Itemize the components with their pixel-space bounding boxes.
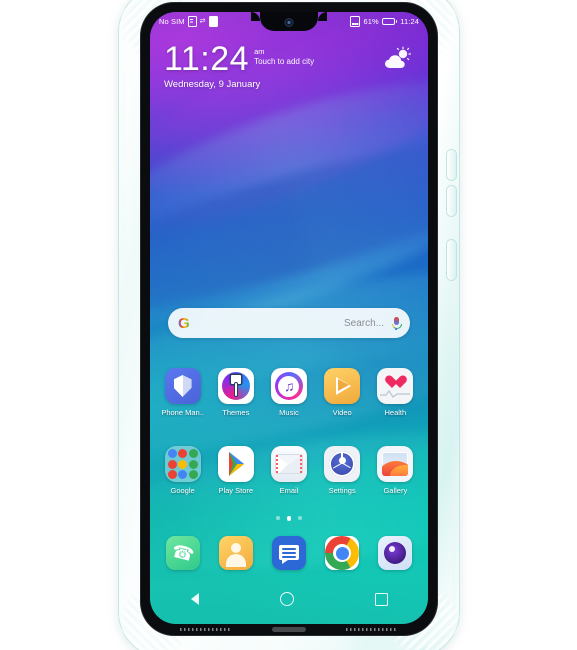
volume-down-button[interactable] <box>447 186 456 216</box>
app-label: Music <box>279 408 299 417</box>
phone-handset-icon: ☎ <box>165 536 200 570</box>
add-city-hint[interactable]: Touch to add city <box>254 56 314 67</box>
power-button[interactable] <box>447 240 456 280</box>
network-icon <box>350 16 361 27</box>
app-grid-row-2: Google Play Store Email Settings Gallery <box>156 446 422 495</box>
back-triangle-icon[interactable] <box>190 593 199 605</box>
page-dot[interactable] <box>276 516 280 520</box>
dock-icon-camera[interactable] <box>369 536 421 570</box>
settings-gear-icon <box>324 446 361 482</box>
app-label: Email <box>279 486 299 495</box>
dock-icon-phone[interactable]: ☎ <box>157 536 209 570</box>
clock-weather-widget[interactable]: 11:24 am Touch to add city Wednesday, 9 … <box>164 42 414 90</box>
app-label: Gallery <box>383 486 408 495</box>
status-bar-clock: 11:24 <box>400 17 419 26</box>
paint-brush-icon <box>217 368 254 404</box>
folder-icon <box>164 446 201 482</box>
dock-icon-contacts[interactable] <box>210 536 262 570</box>
signal-bars-icon <box>208 16 218 27</box>
play-triangle-icon <box>324 368 361 404</box>
app-label: Play Store <box>218 486 254 495</box>
app-icon-play-store[interactable]: Play Store <box>210 446 262 495</box>
status-bar-left: No SIM ⇄ <box>159 16 218 27</box>
sun-behind-cloud-icon <box>385 46 411 68</box>
app-label: Google <box>170 486 195 495</box>
dock-icon-messages[interactable] <box>263 536 315 570</box>
message-bubble-icon <box>271 536 306 570</box>
data-transfer-icon: ⇄ <box>199 18 206 25</box>
play-store-icon <box>217 446 254 482</box>
app-label: Settings <box>328 486 356 495</box>
page-dot-active[interactable] <box>286 516 292 521</box>
heart-pulse-icon <box>377 368 414 404</box>
phone-bottom-edge <box>150 624 428 636</box>
photo-icon <box>377 446 414 482</box>
home-circle-icon[interactable] <box>279 592 294 606</box>
speaker-grille-right <box>346 628 398 631</box>
status-bar-right: 61% 11:24 <box>350 16 419 27</box>
carrier-label: No SIM <box>159 17 185 26</box>
app-label: Phone Man.. <box>161 408 204 417</box>
app-icon-gallery[interactable]: Gallery <box>369 446 421 495</box>
app-icon-settings[interactable]: Settings <box>316 446 368 495</box>
page-indicator <box>150 516 428 521</box>
person-icon <box>218 536 253 570</box>
battery-percent-label: 61% <box>363 17 379 26</box>
front-camera-icon <box>284 18 294 27</box>
chrome-icon <box>325 536 360 570</box>
page-dot[interactable] <box>298 516 302 520</box>
shield-icon <box>164 368 201 404</box>
music-note-icon: ♫ <box>270 368 307 404</box>
volume-up-button[interactable] <box>447 150 456 180</box>
battery-icon <box>381 18 398 25</box>
clock-meta: am Touch to add city <box>254 47 314 67</box>
google-g-icon: G <box>178 314 190 332</box>
app-icon-video[interactable]: Video <box>316 368 368 417</box>
speaker-grille-left <box>180 628 232 631</box>
app-folder-google[interactable]: Google <box>157 446 209 495</box>
sim-card-icon <box>187 16 197 27</box>
waterdrop-notch <box>251 12 327 31</box>
google-search-bar[interactable]: G Search... <box>168 308 410 338</box>
navigation-bar <box>150 584 428 614</box>
app-icon-music[interactable]: ♫ Music <box>263 368 315 417</box>
dock: ☎ <box>156 536 422 570</box>
camera-lens-icon <box>378 536 413 570</box>
search-input[interactable]: Search... <box>190 318 392 329</box>
app-icon-themes[interactable]: Themes <box>210 368 262 417</box>
app-label: Video <box>332 408 352 417</box>
envelope-icon <box>270 446 307 482</box>
app-icon-email[interactable]: Email <box>263 446 315 495</box>
phone-screen[interactable]: No SIM ⇄ 61% 11:24 11:24 am Touch to add… <box>150 12 428 624</box>
clock-date: Wednesday, 9 January <box>164 79 261 90</box>
clock-time: 11:24 <box>164 40 250 78</box>
app-label: Health <box>384 408 407 417</box>
microphone-icon[interactable] <box>392 316 402 330</box>
app-icon-health[interactable]: Health <box>369 368 421 417</box>
charging-port <box>272 627 306 632</box>
recents-square-icon[interactable] <box>374 592 388 606</box>
app-icon-phone-manager[interactable]: Phone Man.. <box>157 368 209 417</box>
dock-icon-chrome[interactable] <box>316 536 368 570</box>
screenshot-stage: No SIM ⇄ 61% 11:24 11:24 am Touch to add… <box>0 0 577 650</box>
folder-preview-grid <box>167 449 198 479</box>
clock-row: 11:24 am Touch to add city <box>164 42 414 76</box>
clock-ampm: am <box>254 47 265 56</box>
app-grid-row-1: Phone Man.. Themes ♫ Music Video Health <box>156 368 422 417</box>
app-label: Themes <box>222 408 250 417</box>
